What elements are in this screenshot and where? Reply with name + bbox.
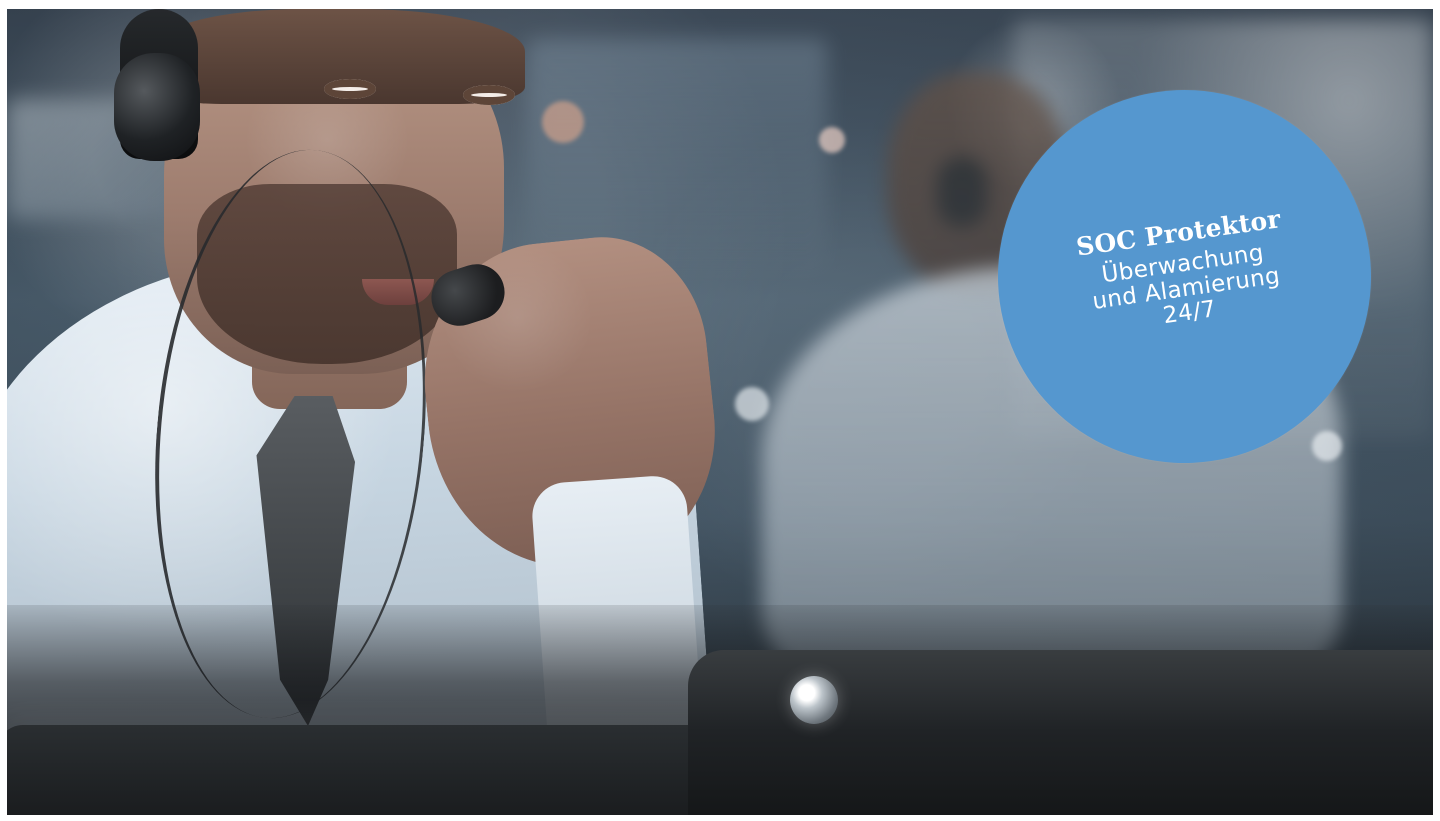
monitor-right <box>688 650 1433 815</box>
page: SOC Protektor Überwachung und Alamierung… <box>0 0 1440 821</box>
light-bokeh <box>1312 431 1342 461</box>
headphone-earcup <box>114 53 200 161</box>
monitor-knob <box>790 676 838 724</box>
operator-eye-right <box>463 85 515 105</box>
hero-banner-image: SOC Protektor Überwachung und Alamierung… <box>7 9 1433 815</box>
operator-eye-left <box>324 79 376 99</box>
service-badge-text: SOC Protektor Überwachung und Alamierung… <box>1048 201 1320 344</box>
background-headset-icon <box>937 157 987 227</box>
monitor-left <box>7 725 757 815</box>
